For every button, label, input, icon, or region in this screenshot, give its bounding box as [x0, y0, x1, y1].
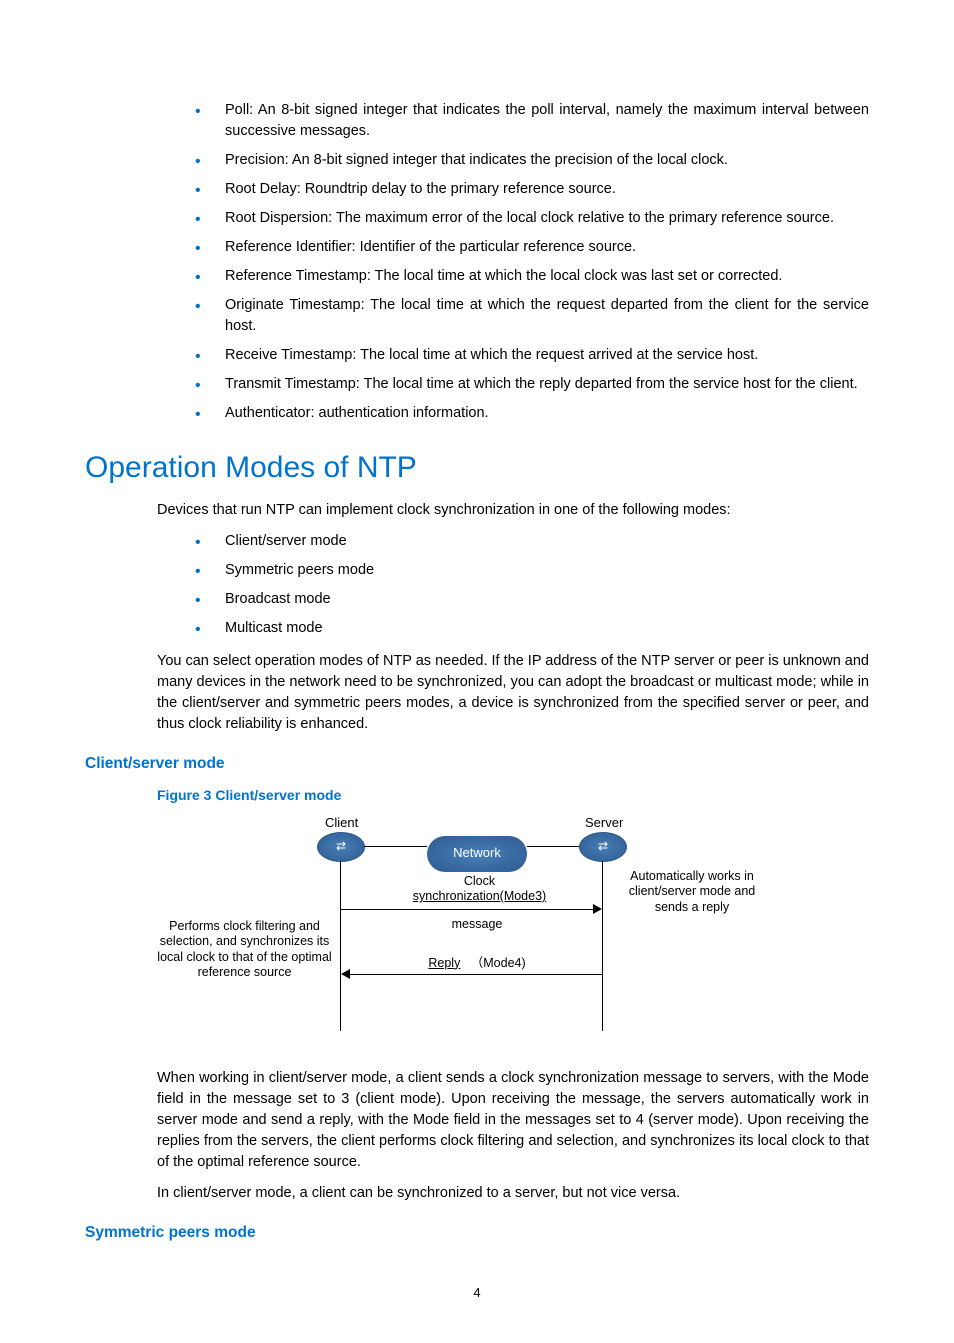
list-item: Multicast mode [85, 618, 869, 639]
list-item: Reference Timestamp: The local time at w… [85, 266, 869, 287]
cs-paragraph-1: When working in client/server mode, a cl… [85, 1068, 869, 1173]
client-server-heading: Client/server mode [85, 753, 869, 775]
router-icon [317, 832, 365, 862]
symmetric-peers-heading: Symmetric peers mode [85, 1222, 869, 1244]
section-title: Operation Modes of NTP [85, 446, 869, 490]
list-item: Transmit Timestamp: The local time at wh… [85, 374, 869, 395]
cs-paragraph-2: In client/server mode, a client can be s… [85, 1183, 869, 1204]
router-icon [579, 832, 627, 862]
mode-list: Client/server mode Symmetric peers mode … [85, 531, 869, 639]
list-item: Receive Timestamp: The local time at whi… [85, 345, 869, 366]
server-label: Server [585, 814, 623, 833]
list-item: Reference Identifier: Identifier of the … [85, 237, 869, 258]
client-text: Performs clock filtering and selection, … [152, 919, 337, 982]
intro-paragraph: Devices that run NTP can implement clock… [85, 500, 869, 521]
network-cloud: Network [427, 836, 527, 872]
list-item: Precision: An 8-bit signed integer that … [85, 150, 869, 171]
figure-caption: Figure 3 Client/server mode [85, 785, 869, 805]
sync-label-line2: synchronization(Mode3) [413, 889, 546, 903]
reply-mode: （Mode4) [471, 956, 526, 970]
sync-msg-label: message [447, 917, 507, 933]
ntp-field-list: Poll: An 8-bit signed integer that indic… [85, 100, 869, 424]
list-item: Client/server mode [85, 531, 869, 552]
sync-label-line1: Clock [464, 874, 495, 888]
client-label: Client [325, 814, 358, 833]
server-text: Automatically works in client/server mod… [617, 869, 767, 916]
selection-paragraph: You can select operation modes of NTP as… [85, 651, 869, 735]
list-item: Root Delay: Roundtrip delay to the prima… [85, 179, 869, 200]
list-item: Symmetric peers mode [85, 560, 869, 581]
list-item: Broadcast mode [85, 589, 869, 610]
list-item: Root Dispersion: The maximum error of th… [85, 208, 869, 229]
list-item: Poll: An 8-bit signed integer that indic… [85, 100, 869, 142]
reply-label: Reply [428, 956, 460, 970]
list-item: Originate Timestamp: The local time at w… [85, 295, 869, 337]
client-server-diagram: Client Server Network Clock synchronizat… [197, 814, 757, 1044]
list-item: Authenticator: authentication informatio… [85, 403, 869, 424]
